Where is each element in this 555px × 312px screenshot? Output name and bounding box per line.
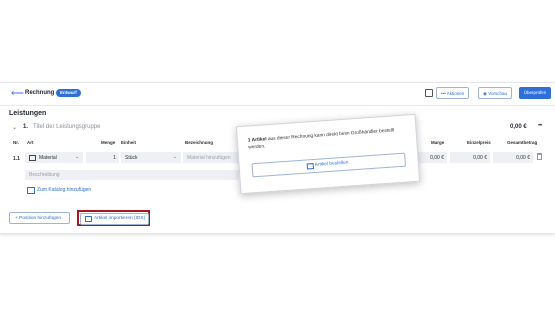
cart-icon xyxy=(306,163,315,170)
preview-button[interactable]: ◉ Vorschau xyxy=(478,87,512,99)
type-value: Material xyxy=(39,155,57,161)
popup-message-text: aus dieser Rechnung kann direkt beim Gro… xyxy=(248,128,395,151)
unit-value: Stück xyxy=(125,155,138,161)
status-badge: Entwurf xyxy=(56,89,81,97)
actions-button[interactable]: ••• Aktionen xyxy=(436,87,470,99)
check-button[interactable]: Überprüfen xyxy=(519,87,551,99)
quantity-field[interactable]: 1 xyxy=(86,152,119,163)
import-articles-button[interactable]: Artikel importieren (IDS) xyxy=(80,213,149,225)
add-position-label: + Position hinzufügen xyxy=(15,216,62,221)
margin-field[interactable]: 0,00 € xyxy=(417,152,447,163)
top-bar: ⟵ Rechnung Entwurf ••• Aktionen ◉ Vorsch… xyxy=(0,83,555,106)
quantity-value: 1 xyxy=(113,155,116,161)
highlight-box: Artikel importieren (IDS) xyxy=(77,210,150,226)
total-amount-field: 0,00 € xyxy=(493,152,533,163)
unit-select[interactable]: Stück ⌄ xyxy=(121,152,181,163)
actions-label: Aktionen xyxy=(446,91,465,96)
col-header-gesamtbetrag: Gesamtbetrag xyxy=(507,140,538,145)
group-more-menu[interactable]: ••• xyxy=(538,123,542,129)
add-to-catalog-link[interactable]: Zum Katalog hinzufügen xyxy=(37,187,91,193)
group-total: 0,00 € xyxy=(510,124,527,130)
import-icon xyxy=(85,216,92,222)
preview-label: Vorschau xyxy=(488,91,507,96)
material-icon xyxy=(29,155,36,161)
calendar-icon[interactable] xyxy=(425,89,433,97)
import-articles-label: Artikel importieren (IDS) xyxy=(94,216,146,221)
col-header-einzelpreis: Einzelpreis xyxy=(467,140,491,145)
trash-icon[interactable] xyxy=(537,153,542,160)
unit-price-value: 0,00 € xyxy=(473,155,487,161)
order-articles-button[interactable]: Artikel bestellen xyxy=(251,152,407,178)
col-header-nr: Nr. xyxy=(13,140,20,145)
col-header-menge: Menge xyxy=(101,140,116,145)
margin-value: 0,00 € xyxy=(430,155,444,161)
designation-field[interactable]: Material hinzufügen xyxy=(183,152,243,163)
chevron-down-icon[interactable]: ⌄ xyxy=(12,124,17,131)
order-articles-label: Artikel bestellen xyxy=(314,160,349,168)
designation-placeholder: Material hinzufügen xyxy=(187,155,231,161)
section-title: Leistungen xyxy=(9,110,47,117)
chevron-down-icon: ⌄ xyxy=(75,154,80,160)
group-title-input[interactable]: Titel der Leistungsgruppe xyxy=(33,124,101,130)
row-number: 1.1 xyxy=(13,156,20,162)
col-header-art: Art xyxy=(27,140,34,145)
page-title: Rechnung xyxy=(25,90,55,96)
group-number: 1. xyxy=(23,124,29,130)
catalog-icon xyxy=(27,187,35,194)
add-position-button[interactable]: + Position hinzufügen xyxy=(9,212,70,224)
popup-message: 1 Artikel aus dieser Rechnung kann direk… xyxy=(248,127,409,151)
col-header-marge: Marge xyxy=(431,140,445,145)
back-arrow-icon[interactable]: ⟵ xyxy=(11,89,24,98)
col-header-bezeichnung: Bezeichnung xyxy=(185,140,214,145)
unit-price-field[interactable]: 0,00 € xyxy=(450,152,490,163)
popup-count: 1 Artikel xyxy=(247,137,267,144)
col-header-einheit: Einheit xyxy=(121,140,137,145)
order-articles-popup: 1 Artikel aus dieser Rechnung kann direk… xyxy=(235,113,421,195)
type-select[interactable]: Material ⌄ xyxy=(25,152,83,163)
description-placeholder: Beschreibung xyxy=(29,172,60,178)
total-amount-value: 0,00 € xyxy=(516,155,530,161)
chevron-down-icon: ⌄ xyxy=(172,154,177,160)
description-field[interactable]: Beschreibung xyxy=(25,170,239,180)
